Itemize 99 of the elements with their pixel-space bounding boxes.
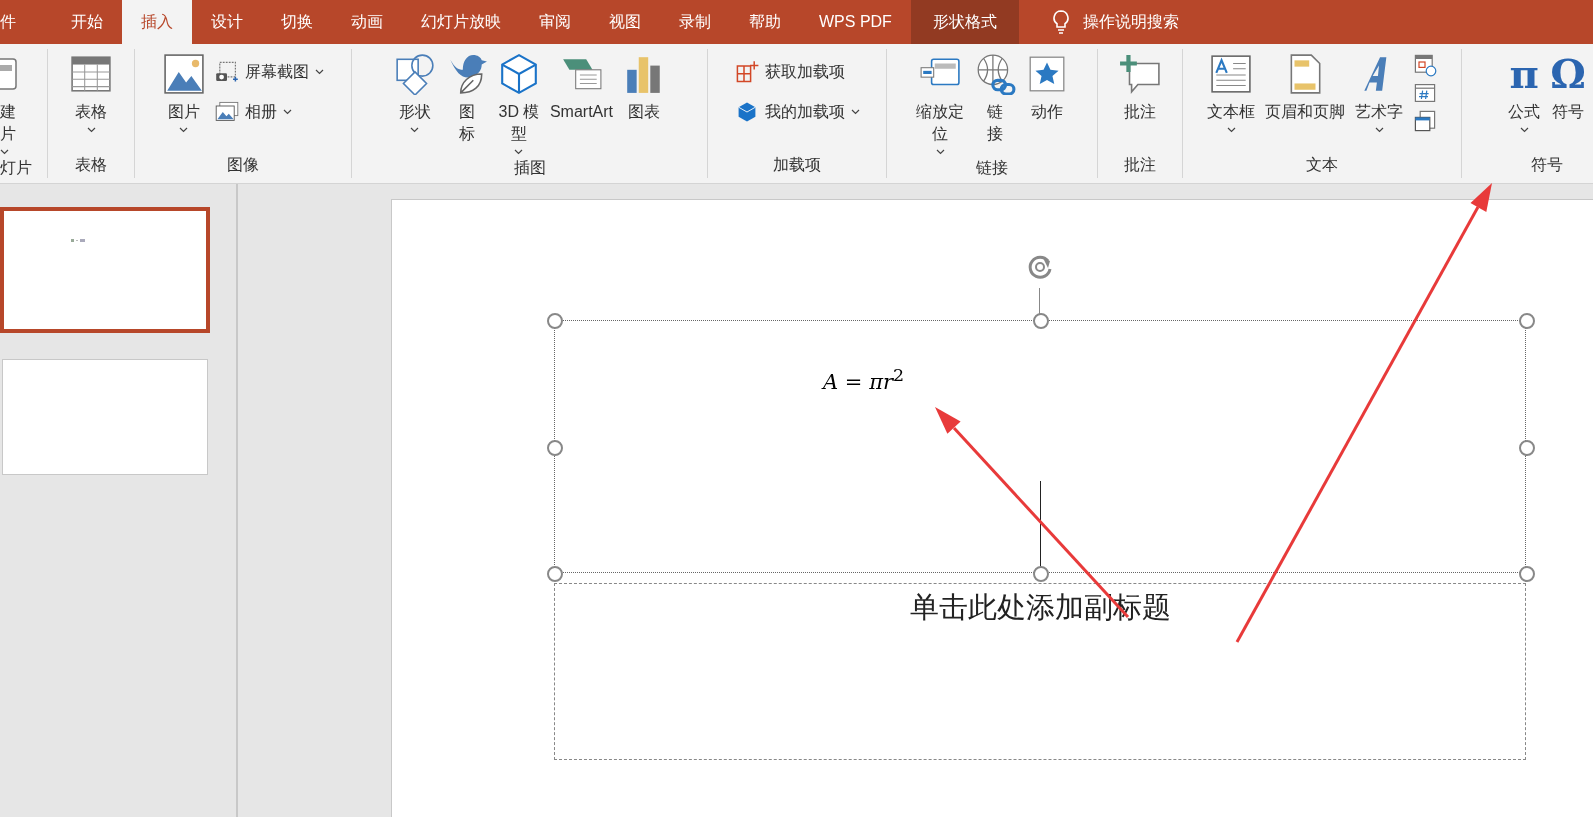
group-label: 文本 <box>1305 155 1339 175</box>
ribbon-button[interactable]: 图片 <box>162 53 205 152</box>
button-label: 表格 <box>75 102 107 122</box>
button-label: 图片 <box>167 102 200 122</box>
equation: A = πr$^{2}$ <box>823 365 905 394</box>
slide-number-icon <box>1413 81 1437 105</box>
group-label: 链接 <box>975 158 1009 178</box>
button-label: 图表 <box>628 102 661 122</box>
group-label: 表格 <box>74 155 108 175</box>
button-label: 建 <box>0 102 16 122</box>
camera-icon <box>214 60 239 84</box>
button-label: 链 <box>987 102 1003 122</box>
button-label: 标 <box>458 124 475 144</box>
button-label: 艺术字 <box>1355 102 1403 122</box>
ribbon-button[interactable]: 链 接 <box>974 53 1016 155</box>
ribbon-tab[interactable]: WPS PDF <box>800 0 911 44</box>
ribbon-button[interactable]: 图表 <box>623 53 666 155</box>
button-label: 缩放定 <box>916 102 964 122</box>
ribbon-button[interactable]: 我的加载项 <box>734 97 860 127</box>
button-label: 形状 <box>398 102 431 122</box>
button-label: 图 <box>458 102 475 122</box>
symbol-glyph-icon: Ω <box>1550 53 1586 95</box>
ribbon-button[interactable]: π 公式 <box>1508 53 1541 152</box>
ribbon-button[interactable]: 形状 <box>393 53 436 155</box>
button-label: SmartArt <box>549 102 614 122</box>
windows-icon <box>1413 109 1437 133</box>
ribbon-button[interactable]: 建 片 <box>0 53 17 155</box>
ribbon-tab[interactable]: 视图 <box>590 0 660 44</box>
resize-handle[interactable] <box>547 313 563 329</box>
group-label: 灯片 <box>0 158 33 178</box>
ribbon-tab[interactable]: 录制 <box>660 0 730 44</box>
slide-thumbnail[interactable] <box>0 207 210 333</box>
ribbon-tab[interactable]: 动画 <box>332 0 402 44</box>
group-label: 插图 <box>512 158 547 178</box>
photo-album-icon <box>214 100 239 124</box>
text-box-icon <box>1210 53 1252 95</box>
group-label: 符号 <box>1530 155 1564 175</box>
ribbon-button[interactable]: 相册 <box>214 97 324 127</box>
button-label: 符号 <box>1552 102 1584 122</box>
button-label: 片 <box>0 124 16 144</box>
tell-me-search-field[interactable]: 操作说明搜索 <box>1082 11 1179 33</box>
ribbon-button[interactable]: 动作 <box>1026 53 1068 155</box>
slide-thumbnail[interactable] <box>2 359 208 475</box>
button-label: 3D 模 <box>498 102 540 122</box>
button-label: 屏幕截图 <box>244 62 309 82</box>
ribbon-button[interactable]: 表格 <box>70 53 112 152</box>
button-label: 型 <box>510 124 527 144</box>
ribbon-button[interactable]: SmartArt <box>549 53 614 155</box>
resize-handle[interactable] <box>1519 439 1535 456</box>
lightbulb-icon <box>1052 10 1069 34</box>
button-label: 动作 <box>1031 102 1063 122</box>
resize-handle[interactable] <box>547 439 563 456</box>
button-label: 批注 <box>1124 102 1156 122</box>
ribbon-tab[interactable]: 件 <box>0 0 52 44</box>
ribbon-button[interactable] <box>1413 53 1437 77</box>
resize-handle[interactable] <box>1033 566 1049 582</box>
ribbon-tab[interactable]: 帮助 <box>730 0 800 44</box>
button-label: 获取加载项 <box>764 62 845 82</box>
image-icon <box>162 53 205 95</box>
ribbon-tab[interactable]: 审阅 <box>520 0 590 44</box>
ribbon-tab[interactable]: 开始 <box>52 0 122 44</box>
calendar-clock-icon <box>1413 53 1437 77</box>
button-label: 页眉和页脚 <box>1265 102 1345 122</box>
resize-handle[interactable] <box>1519 313 1535 329</box>
ribbon-button[interactable]: 获取加载项 <box>734 57 860 87</box>
button-label: 相册 <box>244 102 277 122</box>
ribbon-button[interactable]: 缩放定 位 <box>916 53 964 155</box>
ribbon-button[interactable]: 3D 模 型 <box>497 53 540 155</box>
ribbon-button[interactable] <box>1413 81 1437 105</box>
comment-add-icon <box>1119 53 1161 95</box>
ribbon-button[interactable]: 屏幕截图 <box>214 57 324 87</box>
thumbnail-formula-drawing <box>71 238 85 242</box>
button-label: 文本框 <box>1207 102 1255 122</box>
ribbon-button[interactable]: Ω 符号 <box>1550 53 1586 152</box>
table-icon <box>70 53 112 95</box>
grid-plus-icon <box>734 60 759 84</box>
ribbon-button[interactable]: 文本框 <box>1207 53 1255 152</box>
resize-handle[interactable] <box>547 566 563 582</box>
ribbon-tab[interactable]: 形状格式 <box>910 0 1019 44</box>
resize-handle[interactable] <box>1519 566 1535 582</box>
shapes-icon <box>393 53 436 95</box>
ribbon-tab[interactable]: 幻灯片放映 <box>402 0 520 44</box>
ribbon-button[interactable] <box>1413 109 1437 133</box>
ribbon-tab[interactable]: 插入 <box>122 0 192 44</box>
group-label: 图像 <box>226 155 260 175</box>
button-label: 公式 <box>1508 102 1541 122</box>
symbol-glyph-icon: π <box>1509 53 1539 95</box>
ribbon-button[interactable]: 页眉和页脚 <box>1265 53 1345 152</box>
button-label: 我的加载项 <box>764 102 845 122</box>
button-label: 接 <box>987 124 1003 144</box>
button-label: 位 <box>932 124 948 144</box>
ribbon-button[interactable]: 批注 <box>1119 53 1161 152</box>
resize-handle[interactable] <box>1033 313 1049 329</box>
group-label: 加载项 <box>772 155 822 175</box>
ribbon-button[interactable]: 艺术字 <box>1355 53 1403 152</box>
ribbon-button[interactable]: 图 标 <box>445 53 488 155</box>
ribbon-tab[interactable]: 切换 <box>262 0 332 44</box>
group-label: 批注 <box>1123 155 1157 175</box>
ribbon-tab[interactable]: 设计 <box>192 0 262 44</box>
